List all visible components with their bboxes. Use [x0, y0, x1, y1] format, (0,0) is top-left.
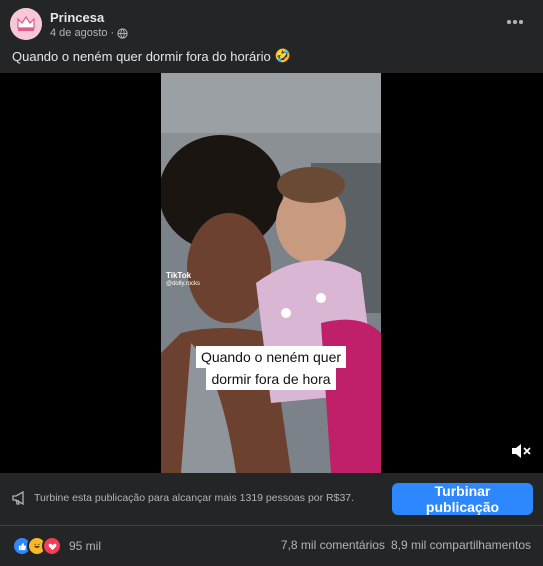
more-options-button[interactable]	[505, 12, 525, 32]
reactions-count: 95 mil	[69, 539, 102, 553]
boost-bar: Turbine esta publicação para alcançar ma…	[0, 473, 543, 525]
author-name[interactable]: Princesa	[50, 10, 104, 25]
reactions-summary[interactable]: 95 mil	[12, 536, 101, 556]
video-player[interactable]: TikTok @dolly.rocks Quando o neném quer …	[0, 73, 543, 473]
comments-count[interactable]: 7,8 mil comentários	[281, 538, 385, 552]
boost-post-button[interactable]: Turbinar publicação	[392, 483, 533, 515]
mute-button[interactable]	[509, 441, 533, 461]
post-header: Princesa 4 de agosto ·	[0, 0, 543, 44]
megaphone-icon	[12, 490, 24, 506]
engagement-stats: 95 mil 7,8 mil comentários 8,9 mil compa…	[0, 526, 543, 566]
boost-text: Turbine esta publicação para alcançar ma…	[34, 492, 355, 504]
video-frame[interactable]: TikTok @dolly.rocks Quando o neném quer …	[161, 73, 381, 473]
caption-text: Quando o neném quer dormir fora do horár…	[12, 48, 271, 64]
post-card: Princesa 4 de agosto · Quando o neném qu…	[0, 0, 543, 566]
shares-count[interactable]: 8,9 mil compartilhamentos	[391, 538, 531, 552]
comment-share-counts: 7,8 mil comentários 8,9 mil compartilham…	[281, 538, 531, 552]
rofl-emoji-icon: 🤣	[274, 48, 291, 63]
love-icon	[42, 536, 62, 556]
post-meta: 4 de agosto ·	[50, 27, 128, 39]
post-date[interactable]: 4 de agosto	[50, 27, 108, 39]
globe-icon	[117, 27, 128, 39]
tiktok-user: @dolly.rocks	[166, 281, 200, 287]
overlay-line-1: Quando o neném quer	[195, 346, 347, 368]
crown-logo-icon	[10, 8, 42, 40]
tiktok-brand: TikTok	[166, 271, 192, 280]
separator-dot: ·	[110, 27, 115, 39]
post-caption: Quando o neném quer dormir fora do horár…	[12, 48, 291, 64]
avatar[interactable]	[10, 8, 42, 40]
tiktok-watermark: TikTok @dolly.rocks	[166, 271, 200, 289]
overlay-line-2: dormir fora de hora	[206, 368, 336, 390]
speaker-muted-icon	[512, 444, 531, 458]
video-overlay-text: Quando o neném quer dormir fora de hora	[188, 346, 354, 390]
